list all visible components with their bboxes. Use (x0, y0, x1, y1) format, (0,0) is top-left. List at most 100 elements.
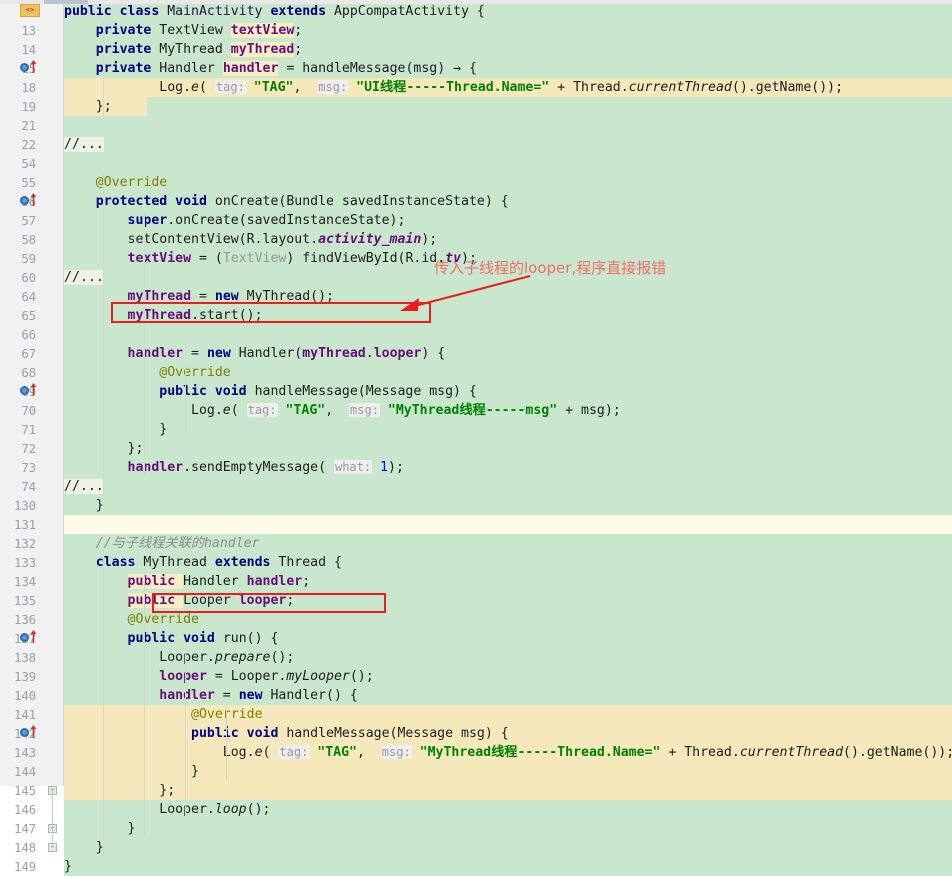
override-method-marker-icon[interactable] (20, 192, 38, 211)
code-line[interactable]: //与子线程关联的handler (64, 534, 260, 553)
line-number[interactable]: 68 (0, 363, 36, 382)
line-number[interactable]: 74 (0, 477, 36, 496)
line-number[interactable]: 13 (0, 21, 36, 40)
line-number[interactable]: 66 (0, 325, 36, 344)
code-line[interactable]: public void run() { (64, 629, 279, 648)
line-number[interactable]: 72 (0, 439, 36, 458)
line-number[interactable]: 135 (0, 591, 36, 610)
code-folding-column[interactable] (44, 0, 64, 786)
code-line[interactable]: super.onCreate(savedInstanceState); (64, 211, 406, 230)
code-line[interactable]: private MyThread myThread; (64, 40, 302, 59)
code-line[interactable]: } (64, 819, 136, 838)
code-line[interactable]: looper = Looper.myLooper(); (64, 667, 373, 686)
line-number[interactable]: 54 (0, 154, 36, 173)
code-line[interactable]: private Handler handler = handleMessage(… (64, 59, 477, 78)
line-number[interactable]: 59 (0, 249, 36, 268)
code-token: + msg); (557, 403, 621, 418)
code-token: public (64, 4, 120, 19)
code-token: } (64, 859, 72, 874)
class-declaration-marker-icon[interactable]: <> (20, 0, 42, 21)
line-number[interactable]: 19 (0, 97, 36, 116)
line-number[interactable]: 138 (0, 648, 36, 667)
line-number[interactable]: 146 (0, 800, 36, 819)
code-editor[interactable]: 1213141518192122545556575859606465666768… (0, 0, 952, 876)
code-line[interactable]: handler = new Handler(myThread.looper) { (64, 344, 446, 363)
line-number[interactable]: 148 (0, 838, 36, 857)
code-token: private (95, 61, 160, 76)
line-number[interactable]: 136 (0, 610, 36, 629)
code-line[interactable]: @Override (64, 363, 230, 382)
code-token: msg: (317, 80, 349, 94)
code-line[interactable]: public void handleMessage(Message msg) { (64, 382, 477, 401)
code-line[interactable]: Looper.prepare(); (64, 648, 294, 667)
line-number[interactable]: 139 (0, 667, 36, 686)
code-line[interactable]: protected void onCreate(Bundle savedInst… (64, 192, 509, 211)
line-number[interactable]: 71 (0, 420, 36, 439)
code-token: = ( (191, 251, 223, 266)
line-number[interactable]: 14 (0, 40, 36, 59)
code-line[interactable]: Log.e( tag: "TAG", msg: "MyThread线程-----… (64, 401, 621, 420)
line-number[interactable]: 73 (0, 458, 36, 477)
line-number[interactable]: 133 (0, 553, 36, 572)
code-token: } (64, 498, 104, 513)
code-line[interactable]: class MyThread extends Thread { (64, 553, 342, 572)
code-line[interactable]: } (64, 496, 104, 515)
line-number[interactable]: 64 (0, 287, 36, 306)
code-line[interactable]: Log.e( tag: "TAG", msg: "UI线程-----Thread… (64, 78, 843, 97)
line-number[interactable]: 21 (0, 116, 36, 135)
code-token: . (365, 346, 374, 361)
line-number[interactable]: 141 (0, 705, 36, 724)
code-line[interactable]: handler.sendEmptyMessage( what: 1); (64, 458, 404, 477)
code-line[interactable]: @Override (64, 173, 167, 192)
code-line[interactable]: } (64, 857, 72, 876)
override-method-marker-icon[interactable] (20, 382, 38, 401)
code-line[interactable]: private TextView textView; (64, 21, 302, 40)
code-line[interactable]: }; (64, 97, 112, 116)
override-method-marker-icon[interactable] (20, 724, 38, 743)
code-line[interactable]: //... (64, 135, 104, 154)
highlight-box-mylooper (152, 593, 386, 613)
code-line[interactable]: @Override (64, 705, 262, 724)
line-number[interactable]: 147 (0, 819, 36, 838)
line-number[interactable]: 131 (0, 515, 36, 534)
line-number[interactable]: 70 (0, 401, 36, 420)
line-number[interactable]: 60 (0, 268, 36, 287)
line-number[interactable]: 145 (0, 781, 36, 800)
code-line[interactable]: } (64, 838, 104, 857)
line-number[interactable]: 143 (0, 743, 36, 762)
code-token: void (246, 726, 287, 741)
line-number[interactable]: 144 (0, 762, 36, 781)
code-line[interactable]: Log.e( tag: "TAG", msg: "MyThread线程-----… (64, 743, 952, 762)
editor-tab-stub[interactable] (44, 0, 88, 4)
code-line[interactable]: setContentView(R.layout.activity_main); (64, 230, 438, 249)
line-number[interactable]: 130 (0, 496, 36, 515)
line-number[interactable]: 57 (0, 211, 36, 230)
line-number[interactable]: 58 (0, 230, 36, 249)
code-line[interactable]: public void handleMessage(Message msg) { (64, 724, 509, 743)
line-number[interactable]: 22 (0, 135, 36, 154)
code-line[interactable]: } (64, 420, 167, 439)
line-number[interactable]: 140 (0, 686, 36, 705)
code-line[interactable]: handler = new Handler() { (64, 686, 358, 705)
code-line[interactable]: //... (64, 268, 104, 287)
code-line[interactable]: public Handler handler; (64, 572, 310, 591)
code-line[interactable]: public class MainActivity extends AppCom… (64, 2, 485, 21)
code-token: = (214, 688, 239, 703)
code-line[interactable]: Looper.loop(); (64, 800, 270, 819)
line-number[interactable]: 55 (0, 173, 36, 192)
code-token: "TAG" (253, 80, 294, 95)
fold-collapse-icon[interactable]: – (48, 843, 57, 852)
code-token: void (214, 384, 255, 399)
line-number[interactable]: 149 (0, 857, 36, 876)
override-method-marker-icon[interactable] (20, 629, 38, 648)
line-number[interactable]: 65 (0, 306, 36, 325)
line-number[interactable]: 132 (0, 534, 36, 553)
code-token: handler (246, 574, 303, 589)
line-number[interactable]: 134 (0, 572, 36, 591)
code-line[interactable]: } (64, 762, 199, 781)
code-line[interactable]: }; (64, 781, 175, 800)
line-number[interactable]: 67 (0, 344, 36, 363)
line-number[interactable]: 18 (0, 78, 36, 97)
override-method-marker-icon[interactable] (20, 59, 38, 78)
code-line[interactable]: //... (64, 477, 104, 496)
